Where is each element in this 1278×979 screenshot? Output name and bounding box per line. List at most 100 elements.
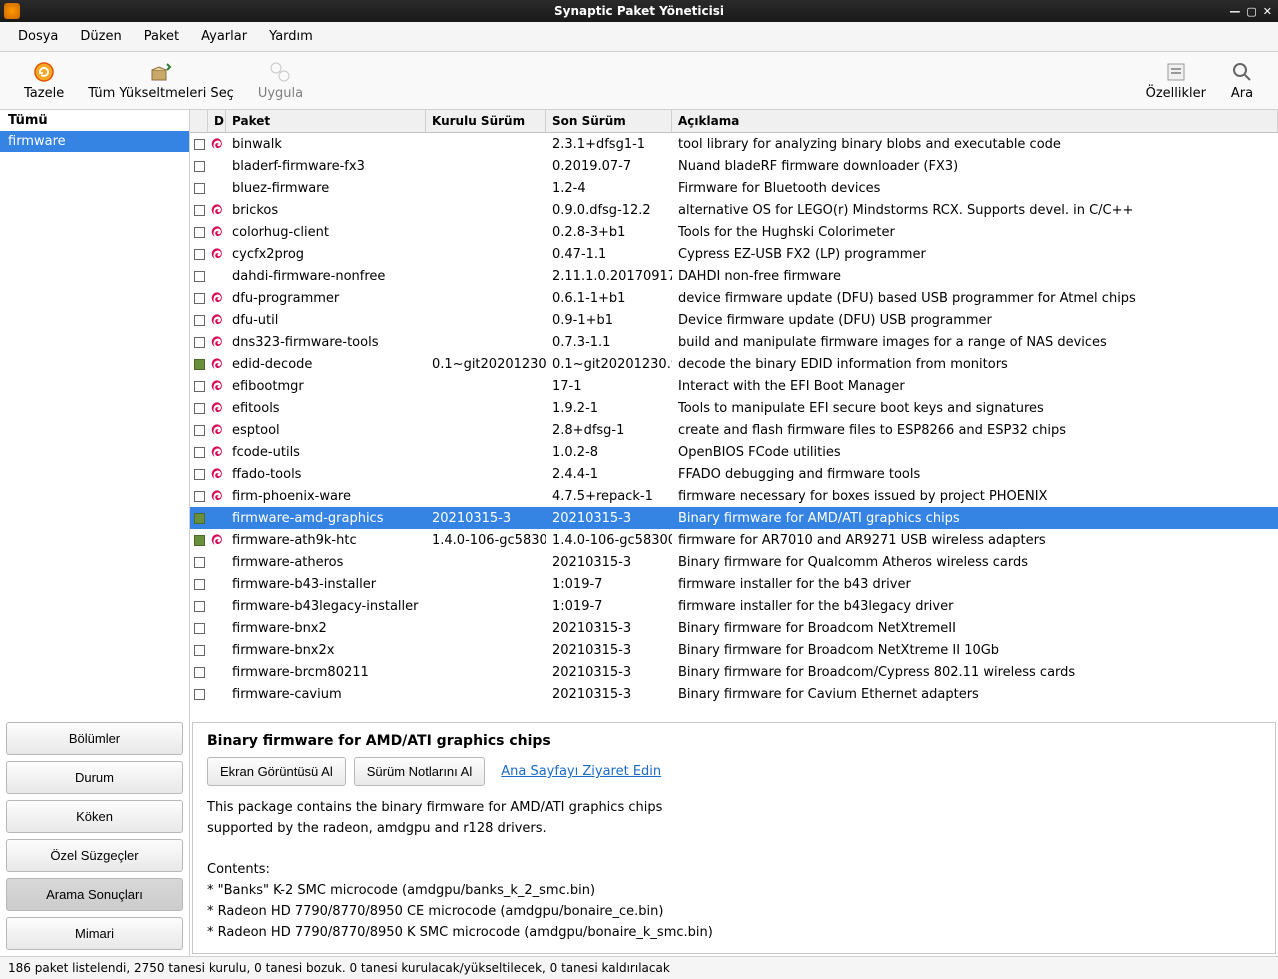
menu-edit[interactable]: Düzen bbox=[70, 26, 131, 47]
search-button[interactable]: Ara bbox=[1218, 60, 1266, 101]
maximize-button[interactable]: ▢ bbox=[1246, 5, 1256, 18]
header-status[interactable] bbox=[190, 110, 208, 132]
status-checkbox[interactable] bbox=[190, 381, 208, 392]
sidebar-item-firmware[interactable]: firmware bbox=[0, 131, 189, 152]
status-checkbox[interactable] bbox=[190, 337, 208, 348]
package-row[interactable]: firmware-b43legacy-installer1:019-7firmw… bbox=[190, 595, 1278, 617]
status-checkbox[interactable] bbox=[190, 249, 208, 260]
status-checkbox[interactable] bbox=[190, 293, 208, 304]
package-row[interactable]: dns323-firmware-tools0.7.3-1.1build and … bbox=[190, 331, 1278, 353]
package-row[interactable]: firmware-brcm8021120210315-3Binary firmw… bbox=[190, 661, 1278, 683]
package-row[interactable]: firmware-amd-graphics20210315-320210315-… bbox=[190, 507, 1278, 529]
status-checkbox[interactable] bbox=[190, 359, 208, 370]
mark-upgrades-button[interactable]: Tüm Yükseltmeleri Seç bbox=[76, 60, 246, 101]
package-name: firmware-amd-graphics bbox=[226, 511, 426, 526]
header-installed-version[interactable]: Kurulu Sürüm bbox=[426, 110, 546, 132]
status-checkbox[interactable] bbox=[190, 491, 208, 502]
status-checkbox[interactable] bbox=[190, 205, 208, 216]
sidebar-category-list[interactable]: Tümü firmware bbox=[0, 110, 189, 716]
package-row[interactable]: firmware-cavium20210315-3Binary firmware… bbox=[190, 683, 1278, 705]
debian-icon bbox=[208, 335, 226, 349]
package-row[interactable]: fcode-utils1.0.2-8OpenBIOS FCode utiliti… bbox=[190, 441, 1278, 463]
header-package[interactable]: Paket bbox=[226, 110, 426, 132]
package-name: fcode-utils bbox=[226, 445, 426, 460]
status-checkbox[interactable] bbox=[190, 271, 208, 282]
sections-button[interactable]: Bölümler bbox=[6, 722, 183, 755]
package-name: dahdi-firmware-nonfree bbox=[226, 269, 426, 284]
status-checkbox[interactable] bbox=[190, 579, 208, 590]
package-description: Device firmware update (DFU) USB program… bbox=[672, 313, 1278, 328]
properties-button[interactable]: Özellikler bbox=[1134, 60, 1218, 101]
toolbar: Tazele Tüm Yükseltmeleri Seç Uygula Özel… bbox=[0, 52, 1278, 110]
status-checkbox[interactable] bbox=[190, 535, 208, 546]
debian-icon bbox=[208, 203, 226, 217]
origin-button[interactable]: Köken bbox=[6, 800, 183, 833]
status-checkbox[interactable] bbox=[190, 227, 208, 238]
package-row[interactable]: colorhug-client0.2.8-3+b1Tools for the H… bbox=[190, 221, 1278, 243]
status-checkbox[interactable] bbox=[190, 315, 208, 326]
package-description: FFADO debugging and firmware tools bbox=[672, 467, 1278, 482]
status-checkbox[interactable] bbox=[190, 645, 208, 656]
package-row[interactable]: firmware-bnx220210315-3Binary firmware f… bbox=[190, 617, 1278, 639]
header-d[interactable]: D bbox=[208, 110, 226, 132]
debian-icon bbox=[208, 533, 226, 547]
changelog-button[interactable]: Sürüm Notlarını Al bbox=[354, 757, 486, 786]
status-checkbox[interactable] bbox=[190, 513, 208, 524]
status-checkbox[interactable] bbox=[190, 183, 208, 194]
package-row[interactable]: dfu-programmer0.6.1-1+b1device firmware … bbox=[190, 287, 1278, 309]
minimize-button[interactable]: — bbox=[1229, 5, 1240, 18]
menu-file[interactable]: Dosya bbox=[8, 26, 68, 47]
package-row[interactable]: efibootmgr17-1Interact with the EFI Boot… bbox=[190, 375, 1278, 397]
latest-version: 0.6.1-1+b1 bbox=[546, 291, 672, 306]
menu-package[interactable]: Paket bbox=[134, 26, 189, 47]
package-row[interactable]: binwalk2.3.1+dfsg1-1tool library for ana… bbox=[190, 133, 1278, 155]
latest-version: 0.47-1.1 bbox=[546, 247, 672, 262]
package-row[interactable]: firmware-b43-installer1:019-7firmware in… bbox=[190, 573, 1278, 595]
status-checkbox[interactable] bbox=[190, 601, 208, 612]
header-latest-version[interactable]: Son Sürüm bbox=[546, 110, 672, 132]
menu-settings[interactable]: Ayarlar bbox=[191, 26, 257, 47]
screenshot-button[interactable]: Ekran Görüntüsü Al bbox=[207, 757, 346, 786]
status-checkbox[interactable] bbox=[190, 161, 208, 172]
package-row[interactable]: dahdi-firmware-nonfree2.11.1.0.20170917-… bbox=[190, 265, 1278, 287]
status-button[interactable]: Durum bbox=[6, 761, 183, 794]
status-checkbox[interactable] bbox=[190, 469, 208, 480]
close-button[interactable]: ✕ bbox=[1263, 5, 1272, 18]
homepage-link[interactable]: Ana Sayfayı Ziyaret Edin bbox=[501, 764, 661, 779]
latest-version: 1.9.2-1 bbox=[546, 401, 672, 416]
package-row[interactable]: firmware-bnx2x20210315-3Binary firmware … bbox=[190, 639, 1278, 661]
package-row[interactable]: edid-decode0.1~git20201230.90.1~git20201… bbox=[190, 353, 1278, 375]
status-checkbox[interactable] bbox=[190, 557, 208, 568]
package-row[interactable]: bluez-firmware1.2-4Firmware for Bluetoot… bbox=[190, 177, 1278, 199]
package-row[interactable]: ffado-tools2.4.4-1FFADO debugging and fi… bbox=[190, 463, 1278, 485]
header-description[interactable]: Açıklama bbox=[672, 110, 1278, 132]
status-checkbox[interactable] bbox=[190, 403, 208, 414]
package-row[interactable]: brickos0.9.0.dfsg-12.2alternative OS for… bbox=[190, 199, 1278, 221]
main-content: Tümü firmware Bölümler Durum Köken Özel … bbox=[0, 110, 1278, 956]
status-checkbox[interactable] bbox=[190, 689, 208, 700]
package-row[interactable]: efitools1.9.2-1Tools to manipulate EFI s… bbox=[190, 397, 1278, 419]
debian-icon bbox=[208, 291, 226, 305]
search-results-button[interactable]: Arama Sonuçları bbox=[6, 878, 183, 911]
architecture-button[interactable]: Mimari bbox=[6, 917, 183, 950]
package-name: firmware-atheros bbox=[226, 555, 426, 570]
filters-button[interactable]: Özel Süzgeçler bbox=[6, 839, 183, 872]
status-checkbox[interactable] bbox=[190, 447, 208, 458]
status-checkbox[interactable] bbox=[190, 425, 208, 436]
package-name: firmware-bnx2 bbox=[226, 621, 426, 636]
package-row[interactable]: firmware-atheros20210315-3Binary firmwar… bbox=[190, 551, 1278, 573]
status-checkbox[interactable] bbox=[190, 623, 208, 634]
package-row[interactable]: esptool2.8+dfsg-1create and flash firmwa… bbox=[190, 419, 1278, 441]
package-list[interactable]: binwalk2.3.1+dfsg1-1tool library for ana… bbox=[190, 133, 1278, 720]
menu-help[interactable]: Yardım bbox=[259, 26, 323, 47]
package-row[interactable]: cycfx2prog0.47-1.1Cypress EZ-USB FX2 (LP… bbox=[190, 243, 1278, 265]
package-row[interactable]: bladerf-firmware-fx30.2019.07-7Nuand bla… bbox=[190, 155, 1278, 177]
status-checkbox[interactable] bbox=[190, 667, 208, 678]
status-checkbox[interactable] bbox=[190, 139, 208, 150]
refresh-button[interactable]: Tazele bbox=[12, 60, 76, 101]
package-name: cycfx2prog bbox=[226, 247, 426, 262]
package-row[interactable]: dfu-util0.9-1+b1Device firmware update (… bbox=[190, 309, 1278, 331]
package-description: DAHDI non-free firmware bbox=[672, 269, 1278, 284]
package-row[interactable]: firm-phoenix-ware4.7.5+repack-1firmware … bbox=[190, 485, 1278, 507]
package-row[interactable]: firmware-ath9k-htc1.4.0-106-gc5830091.4.… bbox=[190, 529, 1278, 551]
